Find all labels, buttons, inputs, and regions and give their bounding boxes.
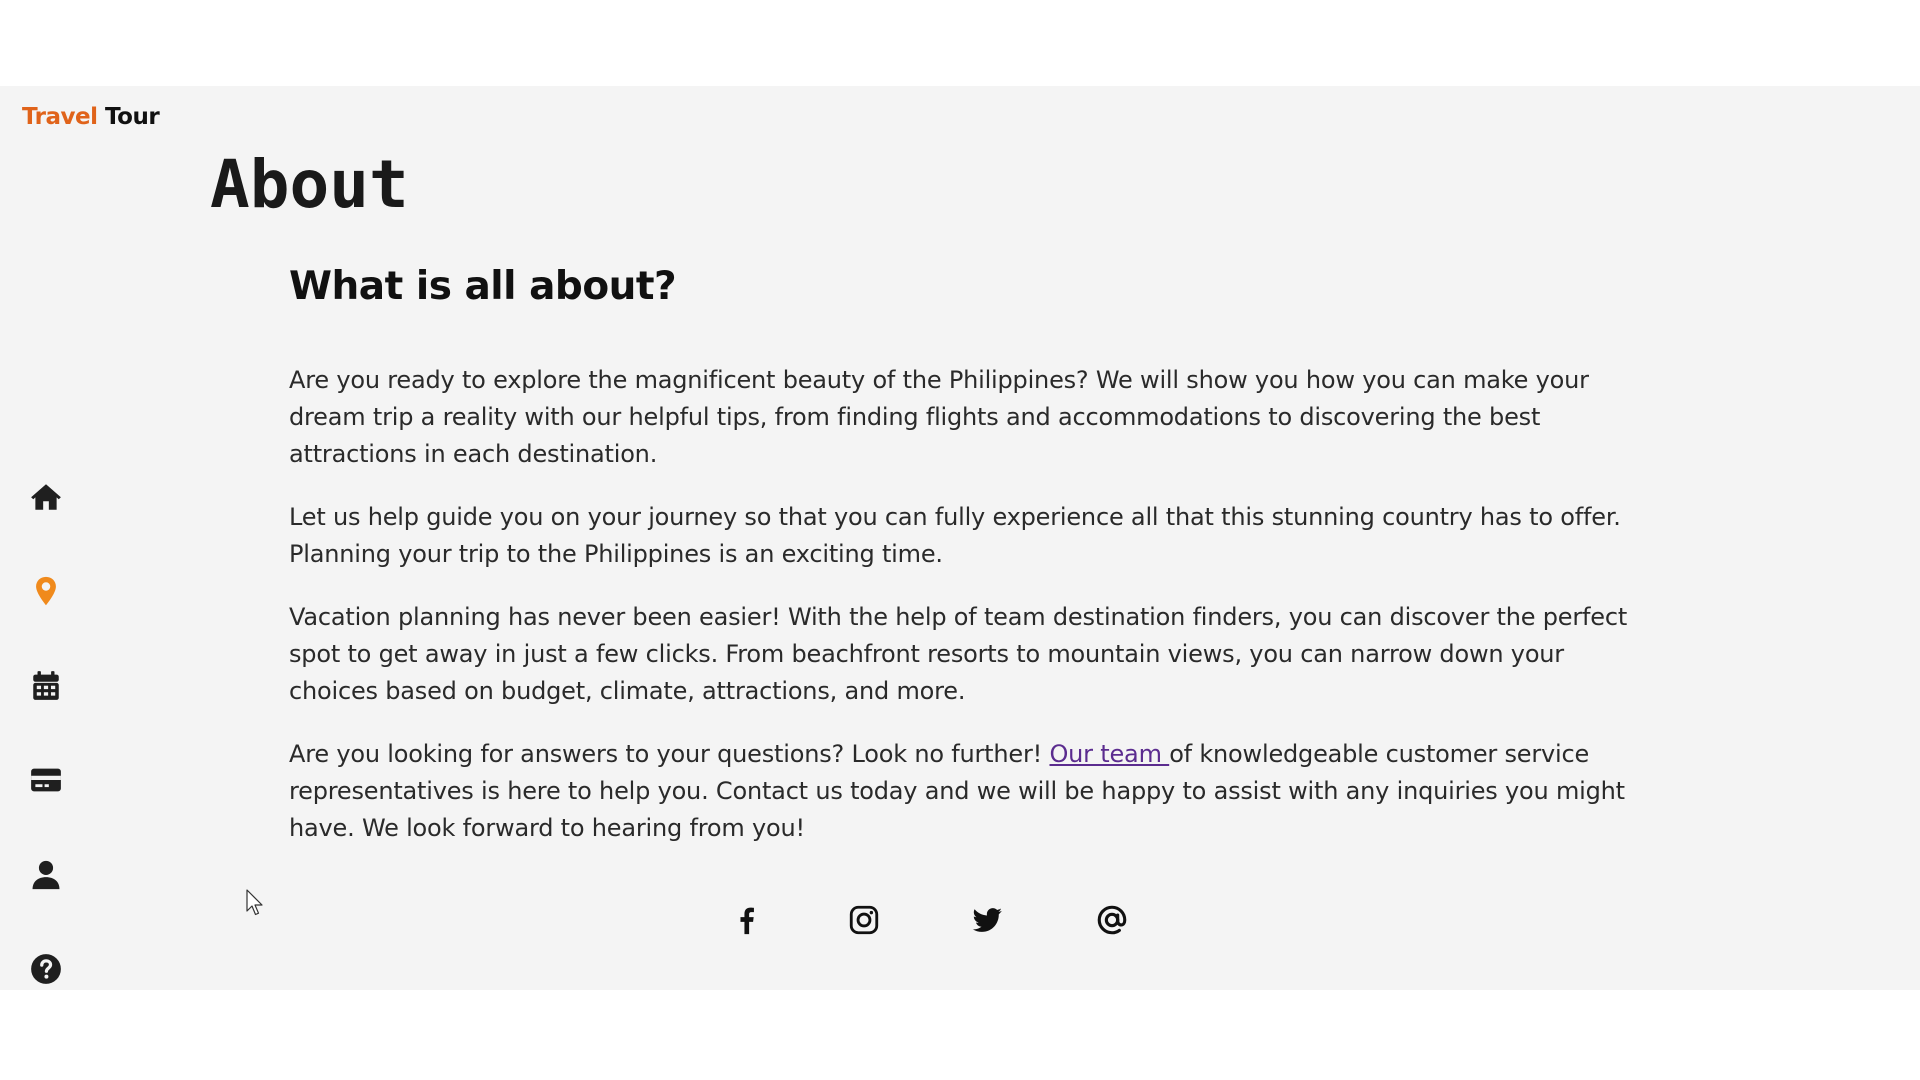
- email-link[interactable]: [1090, 898, 1134, 942]
- brand-logo-accent: Travel: [22, 104, 98, 130]
- user-icon: [32, 860, 60, 890]
- facebook-link[interactable]: [724, 898, 768, 942]
- paragraph-2: Let us help guide you on your journey so…: [289, 503, 1621, 568]
- help-icon: [31, 954, 61, 984]
- brand-logo-dark: Tour: [105, 104, 160, 130]
- instagram-link[interactable]: [842, 898, 886, 942]
- sidebar-item-home[interactable]: [26, 477, 66, 517]
- brand-logo[interactable]: Travel Tour: [22, 104, 160, 130]
- paragraph-3: Vacation planning has never been easier!…: [289, 603, 1628, 705]
- mouse-cursor-icon: [246, 889, 263, 916]
- facebook-icon: [740, 907, 754, 935]
- about-content: Are you ready to explore the magnificent…: [289, 362, 1659, 873]
- location-pin-icon: [36, 576, 56, 606]
- sidebar-item-profile[interactable]: [26, 855, 66, 895]
- calendar-icon: [33, 671, 59, 700]
- home-icon: [31, 484, 61, 510]
- twitter-link[interactable]: [965, 898, 1009, 942]
- instagram-icon: [849, 905, 879, 935]
- sidebar-item-schedule[interactable]: [26, 666, 66, 706]
- paragraph-1: Are you ready to explore the magnificent…: [289, 366, 1589, 468]
- sidebar-item-payments[interactable]: [26, 760, 66, 800]
- our-team-link[interactable]: Our team: [1049, 740, 1169, 768]
- paragraph-4-intro: Are you looking for answers to your ques…: [289, 740, 1050, 768]
- email-at-icon: [1097, 905, 1127, 935]
- paragraph-4: Are you looking for answers to your ques…: [289, 736, 1659, 847]
- credit-card-icon: [31, 768, 61, 792]
- twitter-icon: [972, 908, 1002, 932]
- section-title: What is all about?: [289, 264, 677, 309]
- page-title: About: [210, 146, 409, 223]
- sidebar-item-destinations[interactable]: [26, 571, 66, 611]
- sidebar-item-help[interactable]: [26, 949, 66, 989]
